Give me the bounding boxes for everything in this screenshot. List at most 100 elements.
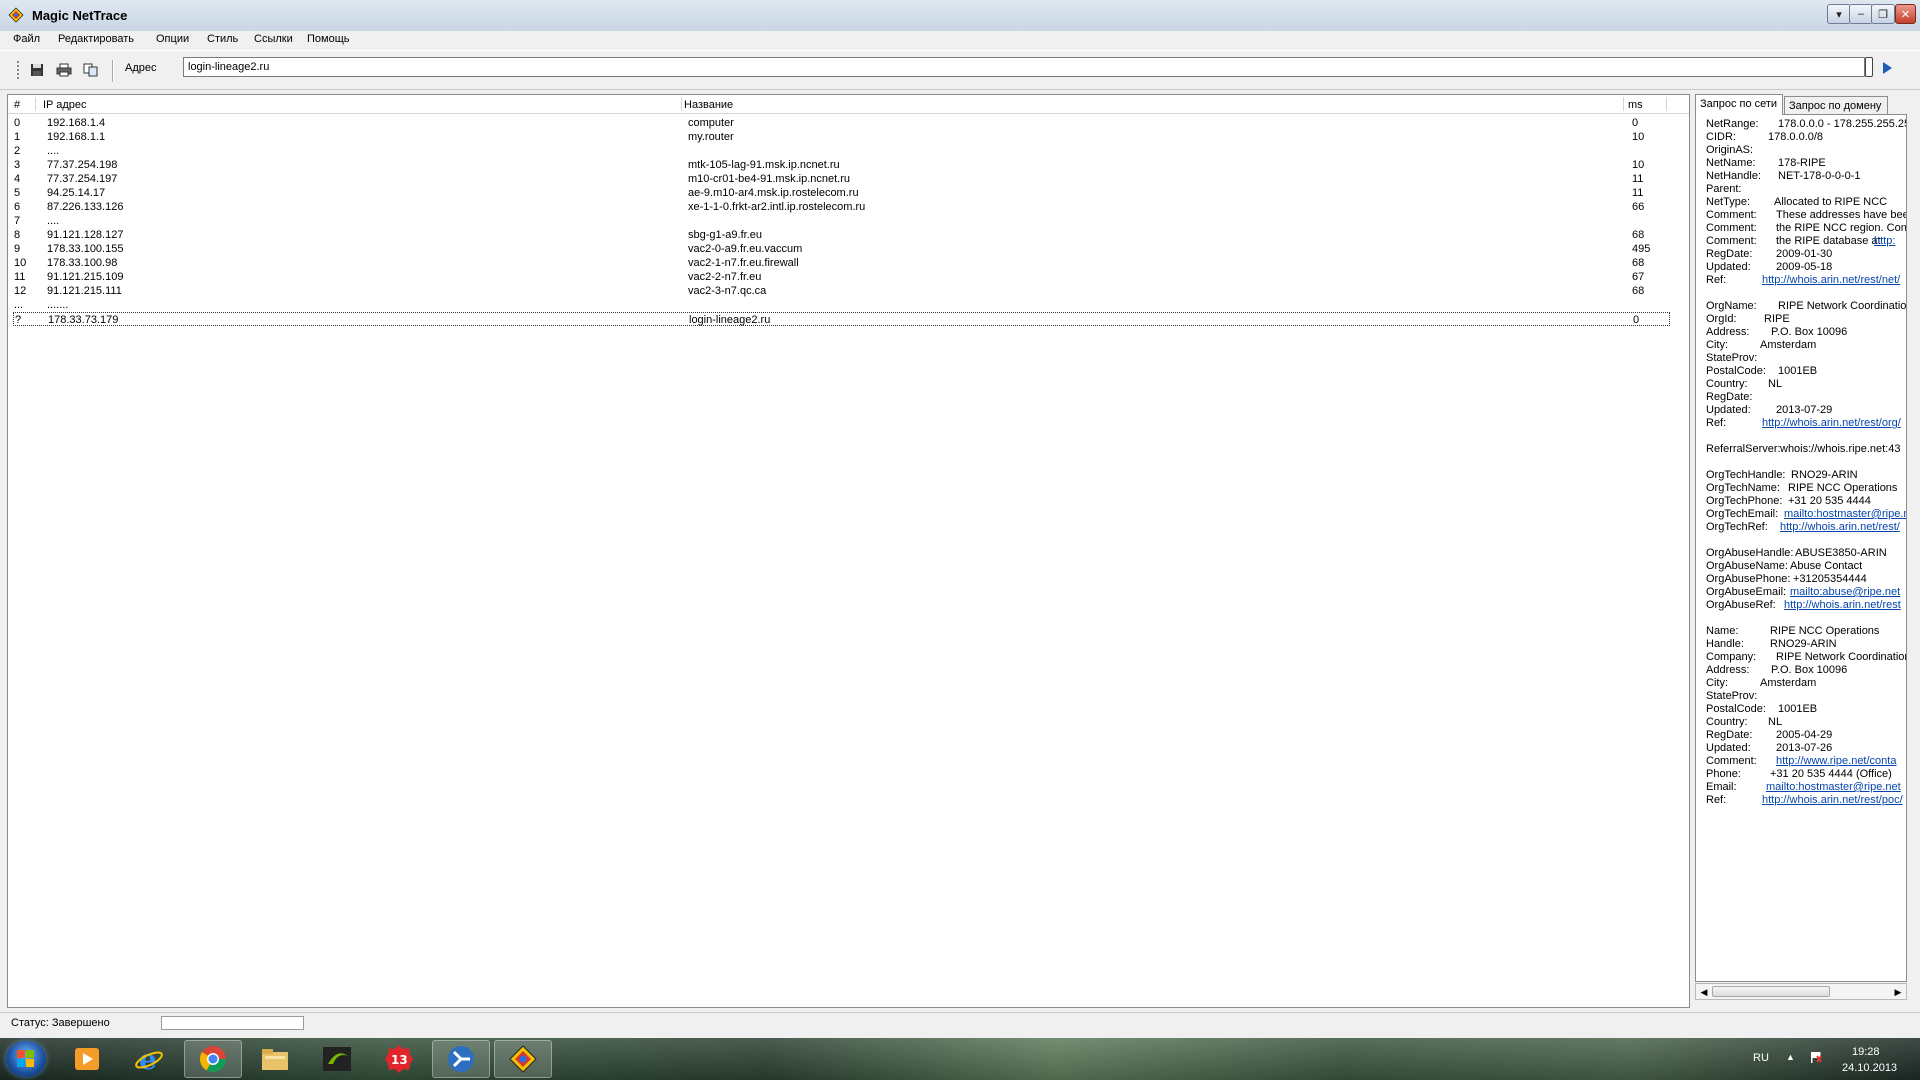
table-row[interactable]: 8 91.121.128.127 sbg-g1-a9.fr.eu 68 (8, 228, 1688, 242)
address-input[interactable] (183, 57, 1865, 77)
row-ms: 66 (1632, 201, 1645, 213)
row-ip: 91.121.215.111 (47, 285, 122, 297)
language-indicator[interactable]: RU (1753, 1052, 1769, 1064)
whois-key: RegDate: (1706, 248, 1753, 260)
chrome-icon[interactable] (184, 1040, 242, 1078)
internet-explorer-icon[interactable]: e (120, 1040, 178, 1078)
print-icon[interactable] (55, 61, 73, 79)
magic-nettrace-icon[interactable] (494, 1040, 552, 1078)
column-number[interactable]: # (14, 99, 20, 111)
save-icon[interactable] (28, 61, 46, 79)
copy-icon[interactable] (82, 61, 100, 79)
table-row[interactable]: 4 77.37.254.197 m10-cr01-be4-91.msk.ip.ncn… (8, 172, 1688, 186)
whois-link[interactable]: http://www.ripe.net/conta (1776, 755, 1896, 767)
action-center-flag-icon[interactable] (1810, 1051, 1822, 1063)
address-scroll-handle[interactable] (1865, 57, 1873, 77)
table-row[interactable]: 10 178.33.100.98 vac2-1-n7.fr.eu.firewall 6… (8, 256, 1688, 270)
window-title: Magic NetTrace (32, 8, 128, 23)
table-row-selected[interactable]: ? 178.33.73.179 login-lineage2.ru 0 (13, 312, 1670, 326)
menu-edit[interactable]: Редактировать (58, 33, 134, 45)
table-row[interactable]: 6 87.226.133.126 xe-1-1-0.frkt-ar2.intl.ip… (8, 200, 1688, 214)
close-icon[interactable]: ✕ (1895, 4, 1916, 24)
column-ip[interactable]: IP адрес (43, 99, 87, 111)
row-ip: 178.33.73.179 (48, 314, 119, 326)
whois-link[interactable]: mailto:hostmaster@ripe.n (1784, 508, 1906, 520)
badge-13-icon[interactable]: 13 (370, 1040, 428, 1078)
table-row[interactable]: 12 91.121.215.111 vac2-3-n7.qc.ca 68 (8, 284, 1688, 298)
table-row[interactable]: 1 192.168.1.1 my.router 10 (8, 130, 1688, 144)
whois-value: +31205354444 (1793, 573, 1867, 585)
table-row[interactable]: 9 178.33.100.155 vac2-0-a9.fr.eu.vaccum 495 (8, 242, 1688, 256)
whois-key: NetType: (1706, 196, 1751, 208)
column-name[interactable]: Название (684, 99, 733, 111)
whois-link[interactable]: http://whois.arin.net/rest/org/ (1762, 417, 1901, 429)
whois-link[interactable]: http://whois.arin.net/rest/ (1780, 521, 1900, 533)
menu-style[interactable]: Стиль (207, 33, 238, 45)
row-ms: 68 (1632, 285, 1645, 297)
maximize-icon[interactable]: ❐ (1871, 4, 1895, 24)
whois-value: +31 20 535 4444 (Office) (1770, 768, 1892, 780)
whois-value: Allocated to RIPE NCC (1774, 196, 1888, 208)
whois-link[interactable]: mailto:hostmaster@ripe.net (1766, 781, 1901, 793)
table-row[interactable]: 3 77.37.254.198 mtk-105-lag-91.msk.ip.ncne… (8, 158, 1688, 172)
column-divider[interactable] (35, 97, 36, 111)
row-number: 0 (14, 117, 21, 129)
whois-link[interactable]: http: (1874, 235, 1895, 247)
minimize-icon[interactable]: – (1849, 4, 1873, 24)
whois-line: ReferralServer: whois://whois.ripe.net:43 (1706, 443, 1900, 455)
toolbar-grip[interactable] (17, 61, 19, 81)
column-divider[interactable] (681, 97, 682, 111)
media-player-icon[interactable] (58, 1040, 116, 1078)
row-hostname: login-lineage2.ru (689, 314, 771, 326)
whois-link[interactable]: http://whois.arin.net/rest/poc/ (1762, 794, 1903, 806)
table-row[interactable]: 5 94.25.14.17 ae-9.m10-ar4.msk.ip.rostelec… (8, 186, 1688, 200)
menu-help[interactable]: Помощь (307, 33, 350, 45)
whois-value: the RIPE database at (1776, 235, 1881, 247)
whois-horizontal-scrollbar[interactable]: ◀ ▶ (1695, 983, 1907, 1000)
tray-expand-icon[interactable]: ▲ (1786, 1052, 1795, 1062)
clock-date[interactable]: 24.10.2013 (1842, 1062, 1897, 1074)
table-row[interactable]: 2.... (8, 144, 1688, 158)
tab-network-query[interactable]: Запрос по сети (1695, 94, 1783, 115)
row-ms: 10 (1632, 131, 1645, 143)
network-app-icon[interactable] (432, 1040, 490, 1078)
row-ms: 68 (1632, 229, 1645, 241)
address-label: Адрес (125, 62, 157, 74)
trace-list[interactable]: # IP адрес Название ms 0 192.168.1.4 compu… (7, 94, 1690, 1008)
row-hostname: my.router (688, 131, 734, 143)
menu-file[interactable]: Файл (13, 33, 40, 45)
whois-line: PostalCode: 1001EB (1706, 703, 1817, 715)
column-divider[interactable] (1666, 97, 1667, 111)
tab-domain-query[interactable]: Запрос по домену (1784, 96, 1888, 114)
whois-link[interactable]: http://whois.arin.net/rest (1784, 599, 1901, 611)
whois-output[interactable]: NetRange: 178.0.0.0 - 178.255.255.255 CIDR… (1695, 114, 1907, 982)
row-hostname: vac2-0-a9.fr.eu.vaccum (688, 243, 803, 255)
nvidia-icon[interactable] (308, 1040, 366, 1078)
dropdown-icon[interactable]: ▾ (1827, 4, 1851, 24)
whois-key: Phone: (1706, 768, 1741, 780)
start-button[interactable] (6, 1041, 46, 1077)
whois-key: Ref: (1706, 274, 1727, 286)
column-divider[interactable] (1623, 97, 1624, 111)
whois-link[interactable]: mailto:abuse@ripe.net (1790, 586, 1900, 598)
table-row[interactable]: .......... (8, 298, 1688, 312)
whois-line: OrgTechEmail: mailto:hostmaster@ripe.n (1706, 508, 1906, 520)
play-arrow-icon[interactable] (1880, 60, 1894, 76)
table-row[interactable]: 11 91.121.215.109 vac2-2-n7.fr.eu 67 (8, 270, 1688, 284)
whois-panel: Запрос по сети Запрос по домену NetRange… (1692, 94, 1912, 1008)
row-ms: 68 (1632, 257, 1645, 269)
clock-time[interactable]: 19:28 (1852, 1046, 1880, 1058)
table-row[interactable]: 7.... (8, 214, 1688, 228)
menu-options[interactable]: Опции (156, 33, 189, 45)
whois-link[interactable]: http://whois.arin.net/rest/net/ (1762, 274, 1900, 286)
table-row[interactable]: 0 192.168.1.4 computer 0 (8, 116, 1688, 130)
row-number: 8 (14, 229, 21, 241)
whois-line: OrgTechPhone: +31 20 535 4444 (1706, 495, 1871, 507)
file-explorer-icon[interactable] (246, 1040, 304, 1078)
whois-line: OrgAbuseName: Abuse Contact (1706, 560, 1862, 572)
menu-links[interactable]: Ссылки (254, 33, 293, 45)
scroll-right-icon[interactable]: ▶ (1892, 986, 1904, 998)
column-ms[interactable]: ms (1628, 99, 1643, 111)
scroll-left-icon[interactable]: ◀ (1698, 986, 1710, 998)
scroll-thumb[interactable] (1712, 986, 1830, 997)
